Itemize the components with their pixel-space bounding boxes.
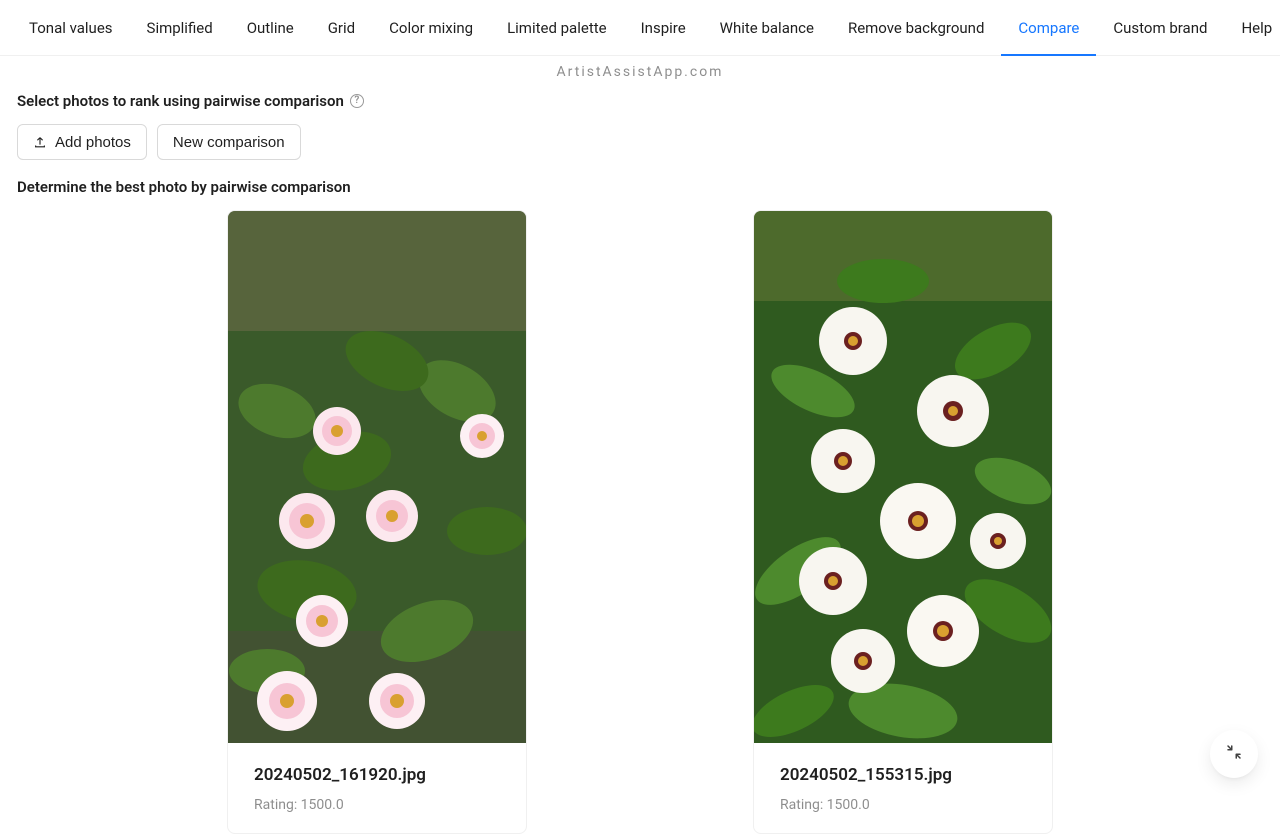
new-comparison-button[interactable]: New comparison xyxy=(157,124,301,160)
tab-simplified[interactable]: Simplified xyxy=(130,0,230,56)
compare-image-right xyxy=(754,211,1052,743)
tab-inspire[interactable]: Inspire xyxy=(624,0,703,56)
add-photos-button[interactable]: Add photos xyxy=(17,124,147,160)
tabs-bar: Tonal values Simplified Outline Grid Col… xyxy=(0,0,1280,56)
tab-color-mixing[interactable]: Color mixing xyxy=(372,0,490,56)
compare-card-right[interactable]: 20240502_155315.jpg Rating: 1500.0 xyxy=(753,210,1053,834)
minimize-button[interactable] xyxy=(1210,730,1258,778)
upload-icon xyxy=(33,135,47,149)
tab-limited-palette[interactable]: Limited palette xyxy=(490,0,624,56)
brand-subtitle: ArtistAssistApp.com xyxy=(0,64,1280,80)
card-filename-left: 20240502_161920.jpg xyxy=(254,765,500,785)
help-circle-icon[interactable]: ? xyxy=(350,94,364,108)
card-rating-left: Rating: 1500.0 xyxy=(254,797,500,813)
tab-compare[interactable]: Compare xyxy=(1001,0,1096,56)
add-photos-label: Add photos xyxy=(55,134,131,151)
section-title-text: Select photos to rank using pairwise com… xyxy=(17,92,344,110)
card-filename-right: 20240502_155315.jpg xyxy=(780,765,1026,785)
tab-remove-background[interactable]: Remove background xyxy=(831,0,1001,56)
tab-white-balance[interactable]: White balance xyxy=(703,0,831,56)
new-comparison-label: New comparison xyxy=(173,134,285,151)
tab-custom-brand[interactable]: Custom brand xyxy=(1096,0,1224,56)
tab-grid[interactable]: Grid xyxy=(311,0,372,56)
section-title-select: Select photos to rank using pairwise com… xyxy=(17,92,1263,110)
cards-row: 20240502_161920.jpg Rating: 1500.0 xyxy=(17,210,1263,834)
card-rating-right: Rating: 1500.0 xyxy=(780,797,1026,813)
compare-image-left xyxy=(228,211,526,743)
tab-tonal-values[interactable]: Tonal values xyxy=(12,0,130,56)
minimize-icon xyxy=(1225,743,1243,765)
button-row: Add photos New comparison xyxy=(17,124,1263,160)
tab-outline[interactable]: Outline xyxy=(230,0,311,56)
tab-help[interactable]: Help xyxy=(1224,0,1280,56)
compare-card-left[interactable]: 20240502_161920.jpg Rating: 1500.0 xyxy=(227,210,527,834)
section-title-determine: Determine the best photo by pairwise com… xyxy=(17,178,1263,196)
